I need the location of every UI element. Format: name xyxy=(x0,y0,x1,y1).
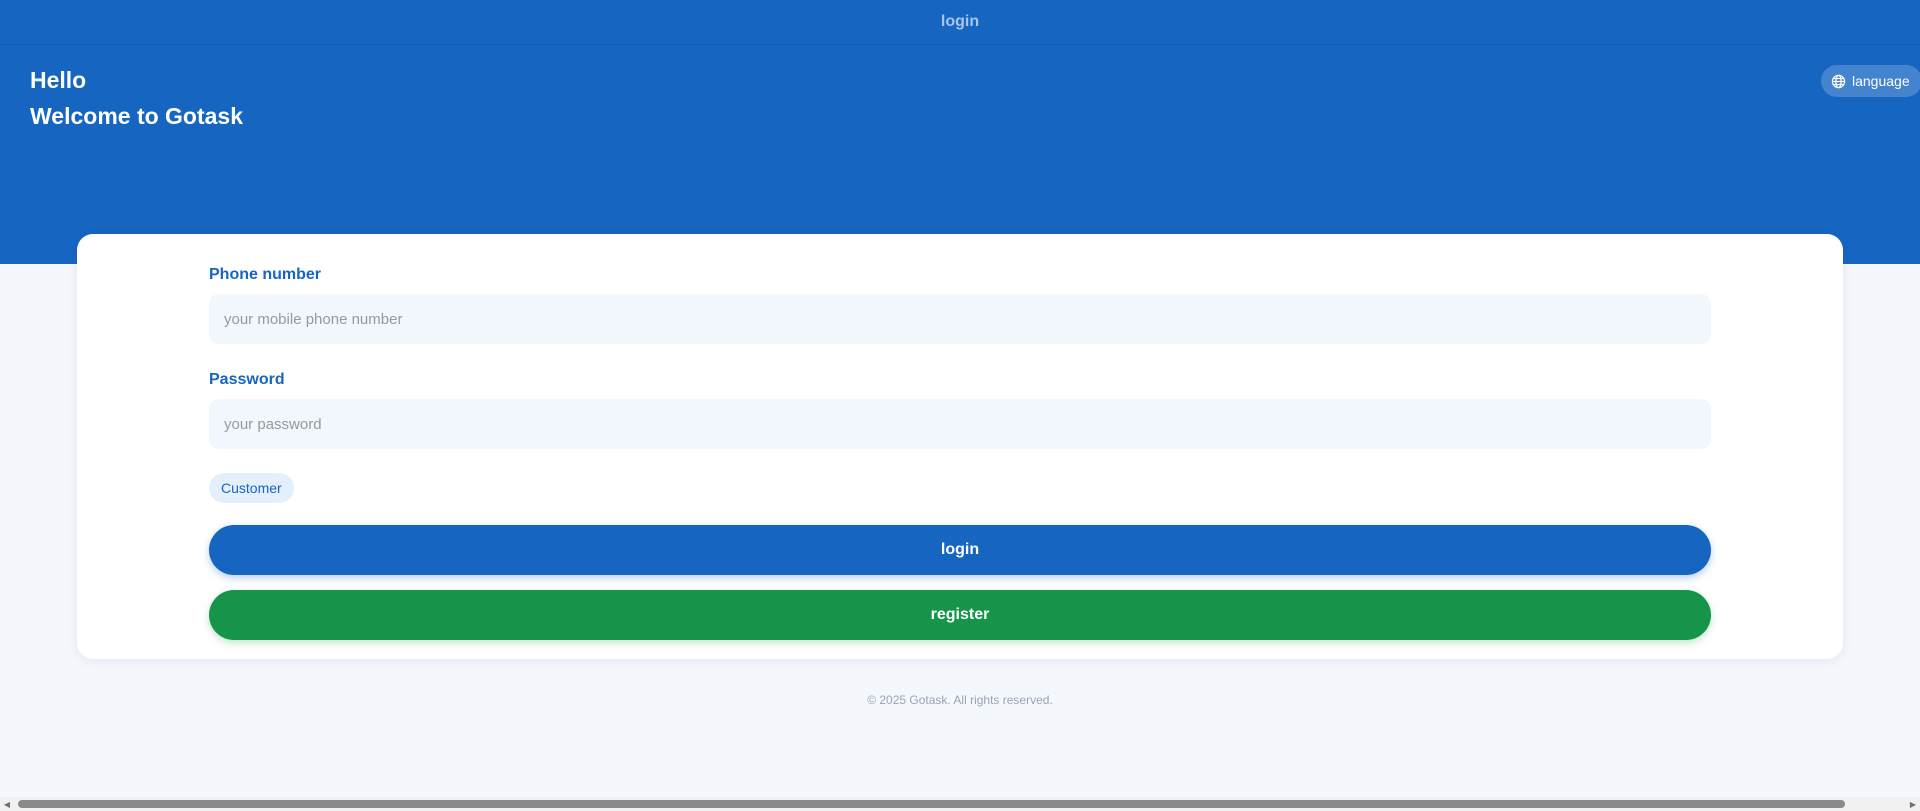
hero-banner: Hello Welcome to Gotask language xyxy=(0,45,1920,264)
register-button[interactable]: register xyxy=(209,590,1711,640)
hero-welcome-text: Welcome to Gotask xyxy=(30,103,244,129)
page-title: login xyxy=(940,13,980,30)
scroll-left-arrow-icon[interactable]: ◀ xyxy=(0,797,14,811)
phone-label: Phone number xyxy=(209,266,322,283)
horizontal-scrollbar[interactable]: ◀ ▶ xyxy=(0,797,1920,811)
phone-input[interactable] xyxy=(209,294,1711,344)
globe-icon xyxy=(1831,74,1846,88)
login-button[interactable]: login xyxy=(209,525,1711,575)
scroll-right-arrow-icon[interactable]: ▶ xyxy=(1906,797,1920,811)
footer-copyright: © 2025 Gotask. All rights reserved. xyxy=(867,693,1053,707)
scrollbar-thumb[interactable] xyxy=(18,800,1845,808)
hero-greeting: Hello xyxy=(30,67,87,93)
login-card: Phone number Password Customer login reg… xyxy=(77,234,1843,659)
top-navbar: login xyxy=(0,0,1920,45)
role-chip-customer[interactable]: Customer xyxy=(209,473,294,503)
language-button[interactable]: language xyxy=(1821,65,1920,97)
language-button-label: language xyxy=(1852,73,1910,89)
password-input[interactable] xyxy=(209,399,1711,449)
password-label: Password xyxy=(209,371,285,388)
